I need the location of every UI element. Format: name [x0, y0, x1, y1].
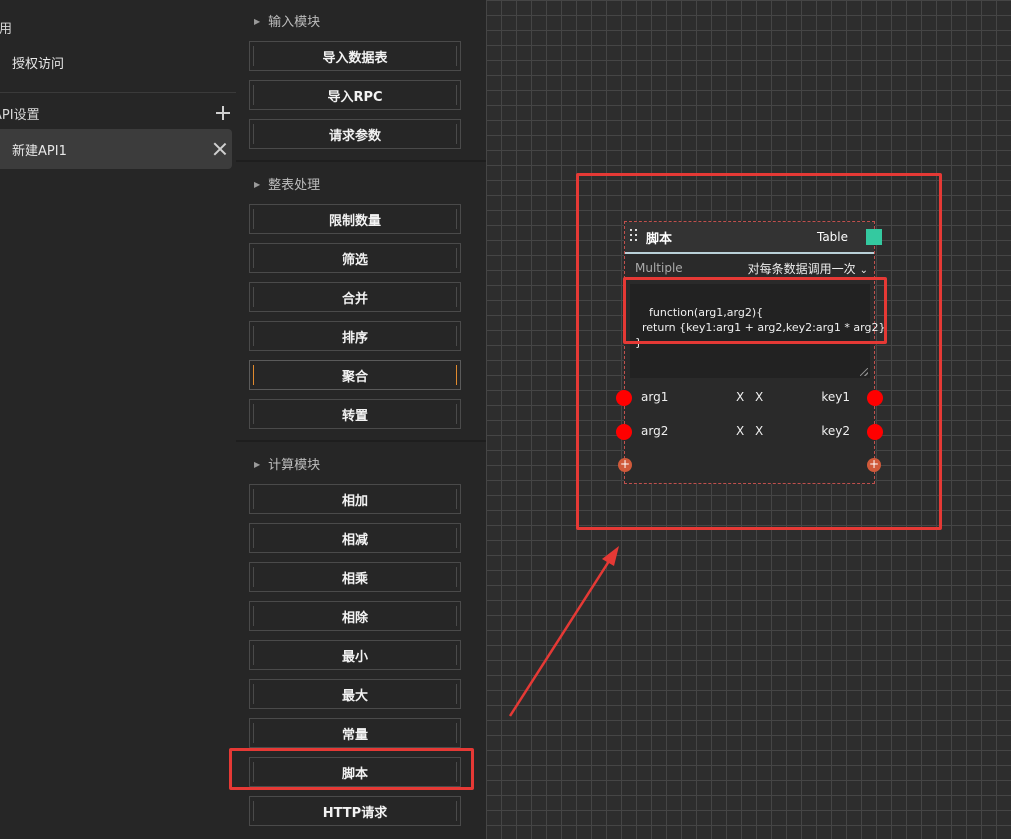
- sidebar: 通用 授权访问 API设置 新建API1: [0, 0, 236, 839]
- palette-button[interactable]: 排序: [249, 321, 461, 351]
- palette-group-title: 计算模块: [268, 458, 321, 473]
- palette-separator: [236, 440, 486, 442]
- palette-group-title: 整表处理: [268, 178, 321, 193]
- palette-group-title: 输入模块: [268, 15, 321, 30]
- caret-right-icon: ▶: [254, 17, 261, 26]
- palette-button[interactable]: 最小: [249, 640, 461, 670]
- palette-button[interactable]: 请求参数: [249, 119, 461, 149]
- palette-button[interactable]: 相减: [249, 523, 461, 553]
- palette-group-header[interactable]: ▶ 计算模块: [254, 454, 320, 473]
- palette-button[interactable]: 相加: [249, 484, 461, 514]
- add-api-icon[interactable]: [216, 106, 230, 120]
- sidebar-divider: [0, 92, 236, 93]
- palette-button[interactable]: 相除: [249, 601, 461, 631]
- annotation-script-button-highlight: [229, 748, 474, 790]
- palette-group-header[interactable]: ▶ 输入模块: [254, 11, 320, 30]
- sidebar-item-api[interactable]: 新建API1: [0, 129, 232, 169]
- palette-button[interactable]: 合并: [249, 282, 461, 312]
- palette-separator: [236, 160, 486, 162]
- palette-button[interactable]: 导入数据表: [249, 41, 461, 71]
- palette-button[interactable]: 常量: [249, 718, 461, 748]
- annotation-code-highlight: [623, 277, 887, 344]
- palette-button[interactable]: 转置: [249, 399, 461, 429]
- palette-button[interactable]: 最大: [249, 679, 461, 709]
- palette-button[interactable]: 筛选: [249, 243, 461, 273]
- palette-group-header[interactable]: ▶ 整表处理: [254, 174, 320, 193]
- annotation-node-highlight: [576, 173, 942, 530]
- palette-button[interactable]: 导入RPC: [249, 80, 461, 110]
- palette-button[interactable]: 限制数量: [249, 204, 461, 234]
- sidebar-section-api: API设置: [0, 108, 40, 123]
- sidebar-item-api-label: 新建API1: [12, 144, 67, 159]
- palette-button[interactable]: 相乘: [249, 562, 461, 592]
- module-palette: ▶ 输入模块导入数据表导入RPC 请求参数 ▶ 整表处理限制数量筛选合并排序聚合转置 ▶ 计…: [236, 0, 486, 839]
- palette-button[interactable]: HTTP请求: [249, 796, 461, 826]
- close-icon[interactable]: [213, 142, 227, 156]
- sidebar-item-auth[interactable]: 授权访问: [12, 53, 64, 72]
- sidebar-section-general: 通用: [0, 22, 13, 37]
- caret-right-icon: ▶: [254, 180, 261, 189]
- caret-right-icon: ▶: [254, 460, 261, 469]
- palette-button[interactable]: 聚合: [249, 360, 461, 390]
